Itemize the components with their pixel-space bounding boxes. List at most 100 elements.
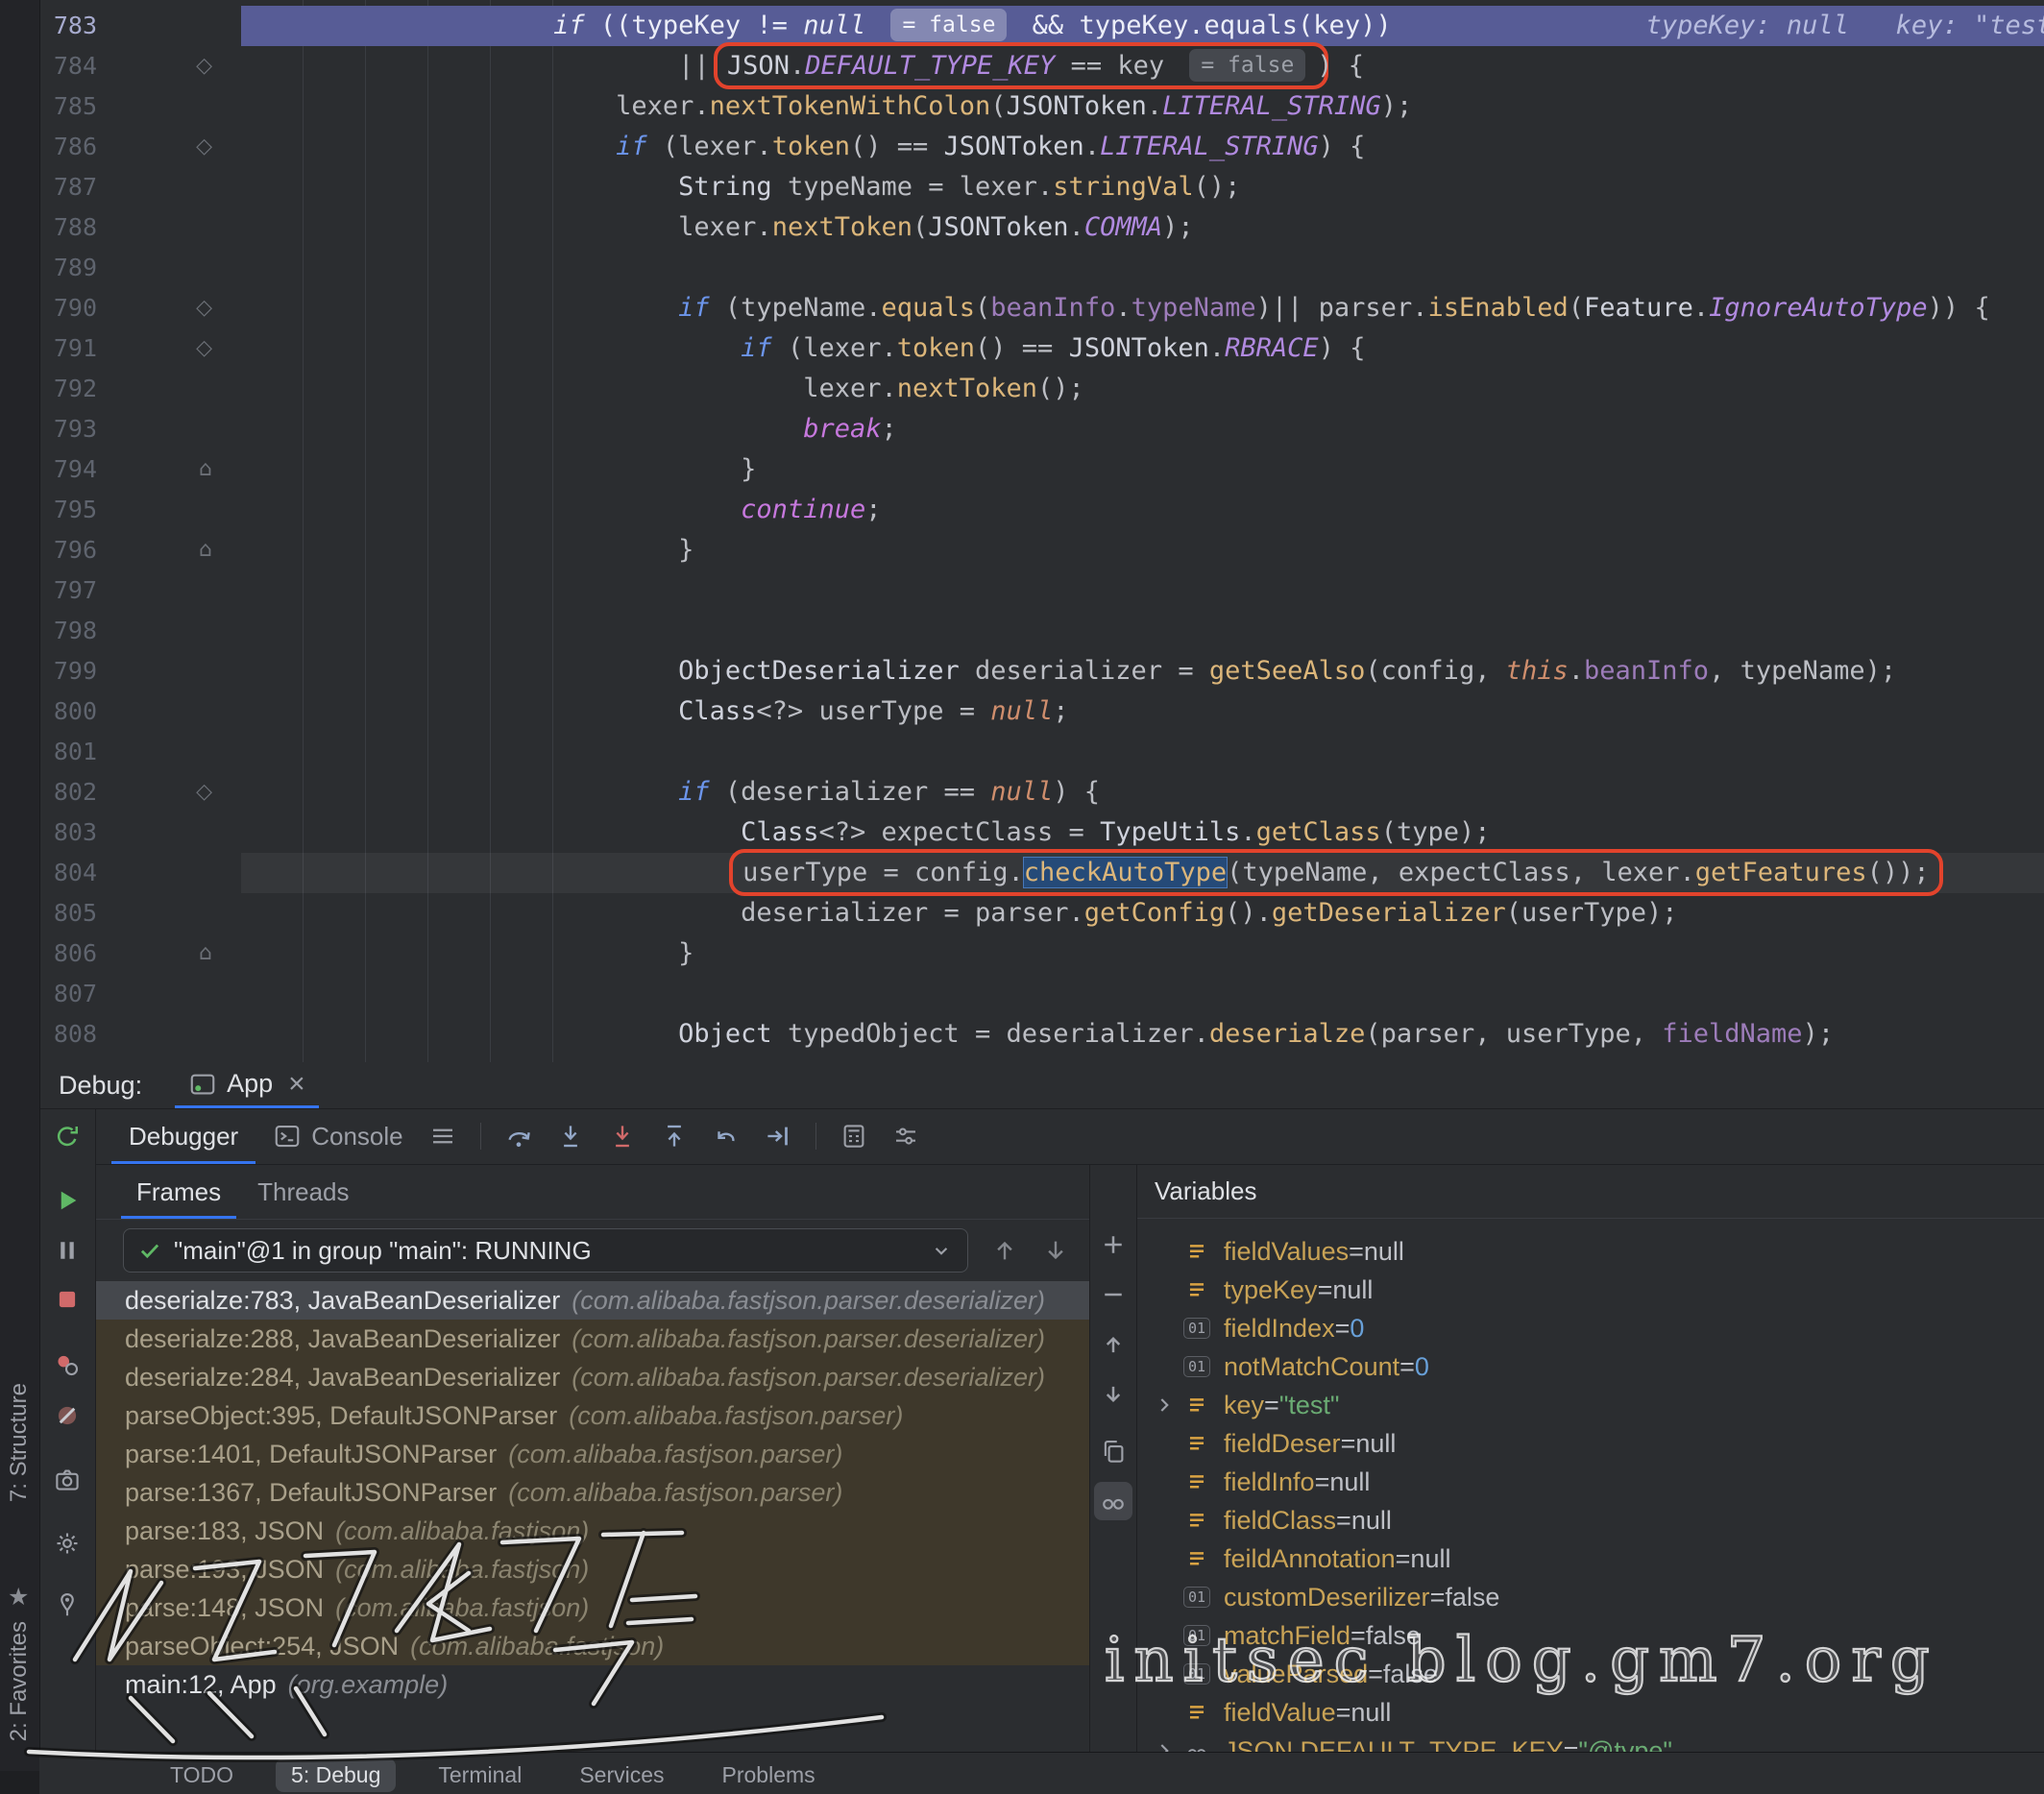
stack-frame[interactable]: parseObject:254, JSON(com.alibaba.fastjs… <box>96 1627 1089 1665</box>
variable-row[interactable]: 01matchField = false <box>1137 1616 2044 1655</box>
gutter-fold-icon[interactable]: ◇ <box>97 328 241 369</box>
gutter-fold-icon[interactable]: ◇ <box>97 288 241 328</box>
code-line-801[interactable]: 801 <box>39 732 2044 772</box>
editor-pane[interactable]: 783if ((typeKey != null = false && typeK… <box>39 0 2044 1063</box>
line-number[interactable]: 808 <box>39 1014 97 1055</box>
code-line-799[interactable]: 799ObjectDeserializer deserializer = get… <box>39 651 2044 691</box>
statusbar-item[interactable]: 5: Debug <box>276 1758 396 1792</box>
stack-frame[interactable]: parse:148, JSON(com.alibaba.fastjson) <box>96 1588 1089 1627</box>
gutter-fold-icon[interactable] <box>97 490 241 530</box>
add-watch-icon[interactable] <box>1094 1225 1132 1264</box>
code-line-785[interactable]: 785lexer.nextTokenWithColon(JSONToken.LI… <box>39 86 2044 127</box>
resume-icon[interactable] <box>48 1181 86 1220</box>
code-line-794[interactable]: 794⌂} <box>39 449 2044 490</box>
tab-app-session[interactable]: App × <box>175 1062 319 1108</box>
code-line-797[interactable]: 797 <box>39 570 2044 611</box>
gutter-fold-icon[interactable]: ⌂ <box>97 530 241 570</box>
line-number[interactable]: 799 <box>39 651 97 691</box>
stack-frame[interactable]: parse:193, JSON(com.alibaba.fastjson) <box>96 1550 1089 1588</box>
line-number[interactable]: 787 <box>39 167 97 207</box>
gutter-fold-icon[interactable] <box>97 409 241 449</box>
variable-row[interactable]: fieldValue = null <box>1137 1693 2044 1732</box>
variable-row[interactable]: typeKey = null <box>1137 1271 2044 1309</box>
stack-frame[interactable]: main:12, App(org.example) <box>96 1665 1089 1704</box>
code-line-793[interactable]: 793break; <box>39 409 2044 449</box>
code-line-800[interactable]: 800Class<?> userType = null; <box>39 691 2044 732</box>
code-line-804[interactable]: 804userType = config.checkAutoType(typeN… <box>39 853 2044 893</box>
code-line-787[interactable]: 787String typeName = lexer.stringVal(); <box>39 167 2044 207</box>
force-step-into-icon[interactable] <box>600 1114 645 1158</box>
pin-icon[interactable] <box>48 1586 86 1624</box>
mute-breakpoints-icon[interactable] <box>48 1396 86 1435</box>
view-breakpoints-icon[interactable] <box>48 1346 86 1384</box>
line-number[interactable]: 784 <box>39 46 97 86</box>
variable-row[interactable]: 01fieldIndex = 0 <box>1137 1309 2044 1347</box>
previous-frame-icon[interactable] <box>989 1228 1019 1273</box>
code-line-805[interactable]: 805deserializer = parser.getConfig().get… <box>39 893 2044 933</box>
stack-frame[interactable]: parse:1367, DefaultJSONParser(com.alibab… <box>96 1473 1089 1512</box>
line-number[interactable]: 793 <box>39 409 97 449</box>
move-down-icon[interactable] <box>1094 1375 1132 1414</box>
variable-row[interactable]: fieldInfo = null <box>1137 1463 2044 1501</box>
stack-frame[interactable]: deserialze:284, JavaBeanDeserializer(com… <box>96 1358 1089 1396</box>
gutter-fold-icon[interactable]: ⌂ <box>97 449 241 490</box>
gutter-fold-icon[interactable] <box>97 651 241 691</box>
code-line-796[interactable]: 796⌂} <box>39 530 2044 570</box>
code-line-792[interactable]: 792lexer.nextToken(); <box>39 369 2044 409</box>
variable-row[interactable]: fieldClass = null <box>1137 1501 2044 1539</box>
stack-frame[interactable]: parse:183, JSON(com.alibaba.fastjson) <box>96 1512 1089 1550</box>
code-line-806[interactable]: 806⌂} <box>39 933 2044 974</box>
code-line-791[interactable]: 791◇if (lexer.token() == JSONToken.RBRAC… <box>39 328 2044 369</box>
step-over-icon[interactable] <box>497 1114 541 1158</box>
code-line-790[interactable]: 790◇if (typeName.equals(beanInfo.typeNam… <box>39 288 2044 328</box>
line-number[interactable]: 786 <box>39 127 97 167</box>
drop-frame-icon[interactable] <box>704 1114 748 1158</box>
stack-frame[interactable]: deserialze:783, JavaBeanDeserializer(com… <box>96 1281 1089 1320</box>
line-number[interactable]: 789 <box>39 248 97 288</box>
gutter-fold-icon[interactable] <box>97 974 241 1014</box>
tab-frames[interactable]: Frames <box>121 1165 236 1219</box>
close-session-icon[interactable]: × <box>288 1070 305 1099</box>
gutter-fold-icon[interactable]: ◇ <box>97 127 241 167</box>
line-number[interactable]: 795 <box>39 490 97 530</box>
gutter-fold-icon[interactable]: ◇ <box>97 772 241 812</box>
line-number[interactable]: 788 <box>39 207 97 248</box>
move-up-icon[interactable] <box>1094 1325 1132 1364</box>
line-number[interactable]: 794 <box>39 449 97 490</box>
gutter-fold-icon[interactable] <box>97 893 241 933</box>
stop-icon[interactable] <box>48 1280 86 1319</box>
thread-snapshot-icon[interactable] <box>48 1461 86 1499</box>
gutter-fold-icon[interactable] <box>97 732 241 772</box>
stack-frame[interactable]: deserialze:288, JavaBeanDeserializer(com… <box>96 1320 1089 1358</box>
line-number[interactable]: 796 <box>39 530 97 570</box>
variable-row[interactable]: key = "test" <box>1137 1386 2044 1424</box>
code-line-789[interactable]: 789 <box>39 248 2044 288</box>
line-number[interactable]: 807 <box>39 974 97 1014</box>
line-number[interactable]: 791 <box>39 328 97 369</box>
statusbar-item[interactable]: Services <box>564 1758 679 1792</box>
variable-row[interactable]: fieldValues = null <box>1137 1232 2044 1271</box>
code-line-802[interactable]: 802◇if (deserializer == null) { <box>39 772 2044 812</box>
tool-window-favorites[interactable]: 2: Favorites <box>6 1621 33 1741</box>
variable-row[interactable]: fieldDeser = null <box>1137 1424 2044 1463</box>
tab-console[interactable]: Console <box>256 1108 420 1164</box>
variable-row[interactable]: 01customDeserilizer = false <box>1137 1578 2044 1616</box>
settings-icon[interactable] <box>48 1524 86 1563</box>
statusbar-item[interactable]: TODO <box>155 1758 249 1792</box>
statusbar-item[interactable]: Terminal <box>423 1758 537 1792</box>
tab-debugger[interactable]: Debugger <box>111 1108 256 1164</box>
gutter-fold-icon[interactable]: ◇ <box>97 46 241 86</box>
gutter-fold-icon[interactable] <box>97 570 241 611</box>
code-line-786[interactable]: 786◇if (lexer.token() == JSONToken.LITER… <box>39 127 2044 167</box>
line-number[interactable]: 797 <box>39 570 97 611</box>
tool-window-structure[interactable]: 7: Structure <box>6 1383 33 1502</box>
stack-frame[interactable]: parse:1401, DefaultJSONParser(com.alibab… <box>96 1435 1089 1473</box>
line-number[interactable]: 785 <box>39 86 97 127</box>
gutter-fold-icon[interactable] <box>97 207 241 248</box>
evaluate-icon[interactable] <box>832 1114 876 1158</box>
copy-value-icon[interactable] <box>1094 1432 1132 1470</box>
code-line-803[interactable]: 803Class<?> expectClass = TypeUtils.getC… <box>39 812 2044 853</box>
remove-watch-icon[interactable] <box>1094 1275 1132 1314</box>
gutter-fold-icon[interactable] <box>97 812 241 853</box>
line-number[interactable]: 803 <box>39 812 97 853</box>
